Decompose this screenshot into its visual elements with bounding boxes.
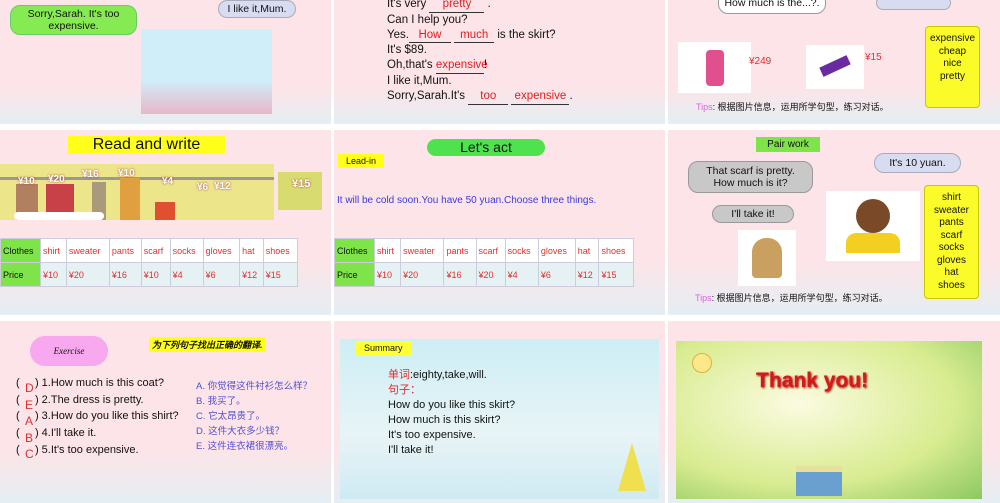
thank-you-panel: Thank you! — [676, 341, 982, 499]
exercise-cloud: Exercise — [30, 336, 108, 366]
instruction-text: It will be cold soon.You have 50 yuan.Ch… — [337, 195, 597, 206]
tips: Tips: 根据图片信息，运用所学句型，练习对话。 — [695, 293, 888, 303]
slide-1[interactable]: Sorry,Sarah. It's too expensive. I like … — [0, 0, 331, 124]
dress-image — [678, 42, 751, 93]
instruction: 为下列句子找出正确的翻译. — [149, 337, 266, 352]
summary-tag: Summary — [356, 341, 411, 355]
slide-4[interactable]: Read and write ¥10 ¥20 ¥16 ¥10 ¥4 ¥6 ¥12… — [0, 130, 331, 315]
price-table: Clothes shirt sweater pants scarf socks gloves… — [0, 238, 299, 287]
speech-bubble: I like it,Mum. — [218, 0, 296, 18]
word-scroll: shirt sweater pants scarf socks gloves hat shoe… — [924, 185, 979, 299]
speech-bubble: It's 10 yuan. — [874, 153, 961, 173]
slide-title: Let's act — [427, 139, 545, 156]
answers: DEABC — [25, 381, 34, 461]
speech-bubble: How much is the...?. — [718, 0, 826, 14]
slide-7[interactable]: Exercise 为下列句子找出正确的翻译. ( ) 1.How much is… — [0, 321, 331, 503]
questions: ( ) 1.How much is this coat? ( ) 2.The d… — [16, 377, 179, 456]
price-label: ¥15 — [865, 52, 882, 63]
boy-image — [826, 191, 920, 261]
price-tags: ¥10 ¥20 ¥16 ¥10 ¥4 ¥6 ¥12 — [18, 168, 231, 193]
slide-2[interactable]: It's very pretty . Can I help you? Yes. H… — [334, 0, 665, 124]
dialogue: It's very pretty . Can I help you? Yes. H… — [387, 0, 573, 105]
cone-decoration — [618, 443, 646, 491]
shoes-image: ¥15 — [278, 172, 322, 210]
slide-8[interactable]: Summary 单词:eighty,take,will. 句子： How do … — [334, 321, 665, 503]
speech-bubble: I'll take it! — [712, 205, 794, 223]
pair-work-tag: Pair work — [756, 137, 820, 152]
slide-6[interactable]: Pair work That scarf is pretty. How much… — [668, 130, 1000, 315]
lead-in-tag: Lead-in — [338, 154, 385, 168]
summary-text: 单词:eighty,take,will. 句子： How do you like… — [388, 369, 516, 456]
price-table: Clothes shirt sweater pants scarf socks gloves… — [334, 238, 634, 287]
speech-bubble: Sorry,Sarah. It's too expensive. — [10, 5, 137, 35]
slide-title: Read and write — [68, 136, 225, 154]
price-label: ¥249 — [749, 56, 772, 67]
clothes-rack-image — [0, 164, 274, 220]
speech-bubble — [876, 0, 951, 10]
scarf-image — [806, 45, 864, 89]
slide-5[interactable]: Let's act Lead-in It will be cold soon.Y… — [334, 130, 665, 315]
sun-icon — [692, 353, 712, 373]
speech-bubble: That scarf is pretty. How much is it? — [688, 161, 813, 193]
tips: Tips: 根据图片信息，运用所学句型，练习对话。 — [696, 102, 889, 112]
shopping-illustration — [141, 29, 272, 114]
books-illustration — [796, 466, 842, 496]
girl-image — [738, 230, 796, 286]
summary-panel: Summary 单词:eighty,take,will. 句子： How do … — [340, 339, 659, 499]
slide-3[interactable]: How much is the...?. ¥249 ¥15 expensive c… — [668, 0, 1000, 124]
word-scroll: expensive cheap nice pretty — [925, 26, 980, 108]
options: A. 你觉得这件衬衫怎么样？ B. 我买了。 C. 它太昂贵了。 D. 这件大衣多少钱… — [196, 381, 313, 452]
slide-title: Thank you! — [756, 369, 869, 392]
slide-9[interactable]: Thank you! — [668, 321, 1000, 503]
